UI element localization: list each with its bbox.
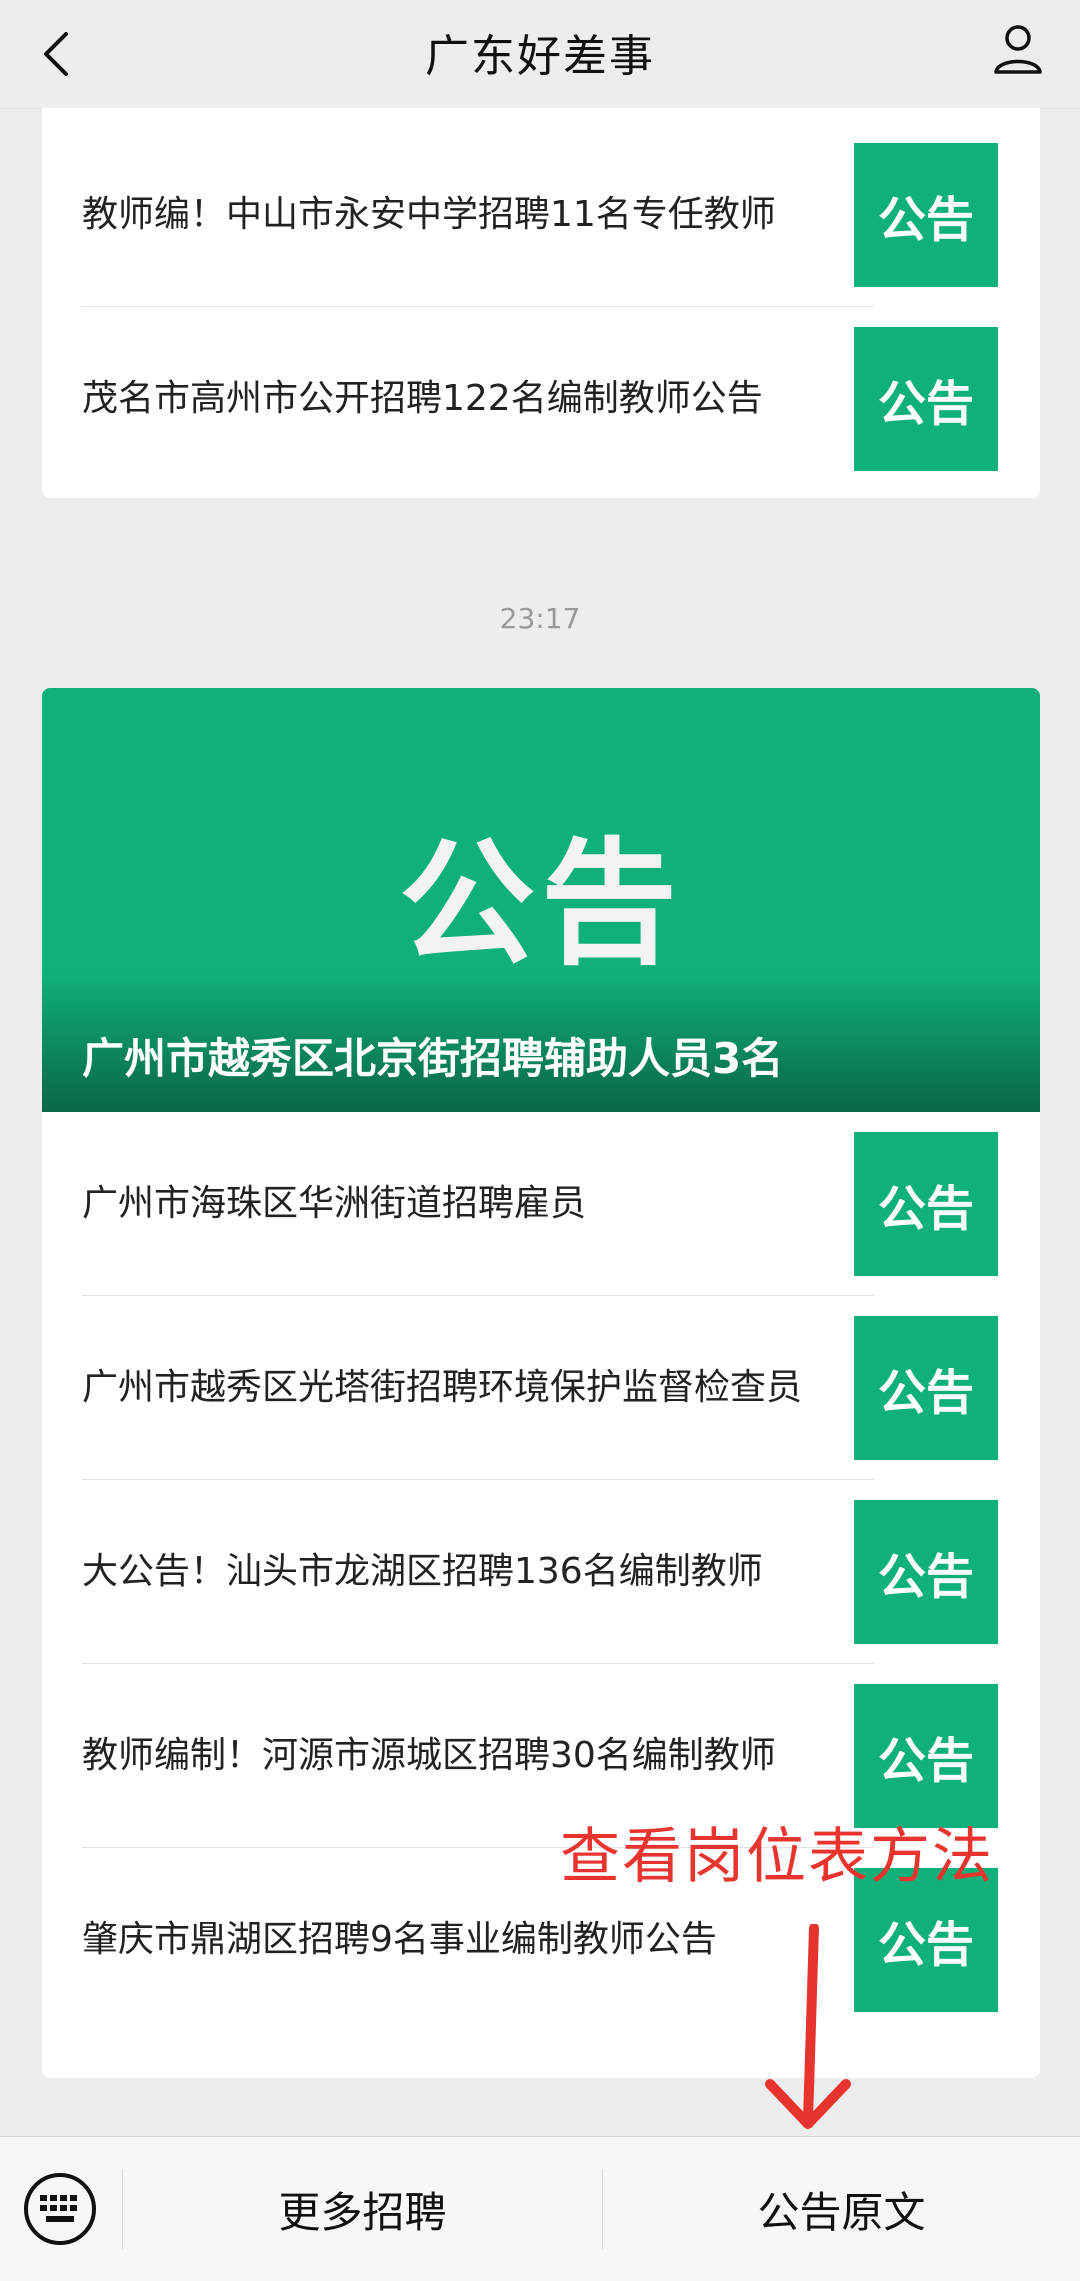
article-thumbnail[interactable]: 公告 xyxy=(854,1132,998,1276)
page-title: 广东好差事 xyxy=(425,31,655,82)
article-thumbnail[interactable]: 公告 xyxy=(854,143,998,287)
article-title[interactable]: 教师编制！河源市源城区招聘30名编制教师 xyxy=(82,1732,852,1780)
list-item[interactable]: 广州市越秀区光塔街招聘环境保护监督检查员 公告 xyxy=(42,1296,1040,1480)
message-timestamp: 23:17 xyxy=(499,602,581,635)
bottom-menu-bar: 更多招聘 公告原文 xyxy=(0,2136,1080,2281)
list-item[interactable]: 茂名市高州市公开招聘122名编制教师公告 公告 xyxy=(42,307,1040,491)
annotation-text: 查看岗位表方法 xyxy=(560,1822,994,1892)
arrow-down-icon xyxy=(765,1924,851,2129)
article-title[interactable]: 教师编！中山市永安中学招聘11名专任教师 xyxy=(82,191,852,239)
article-title[interactable]: 大公告！汕头市龙湖区招聘136名编制教师 xyxy=(82,1548,852,1596)
article-thumbnail[interactable]: 公告 xyxy=(854,327,998,471)
original-notice-button[interactable]: 公告原文 xyxy=(603,2137,1080,2281)
article-thumbnail[interactable]: 公告 xyxy=(854,1500,998,1644)
hero-image-text: 公告 xyxy=(399,824,683,984)
hero-article[interactable]: 公告 广州市越秀区北京街招聘辅助人员3名 xyxy=(42,688,1040,1112)
profile-icon[interactable] xyxy=(988,18,1048,78)
article-title[interactable]: 广州市越秀区光塔街招聘环境保护监督检查员 xyxy=(82,1364,852,1412)
article-title[interactable]: 广州市海珠区华洲街道招聘雇员 xyxy=(82,1180,852,1228)
list-item[interactable]: 教师编！中山市永安中学招聘11名专任教师 公告 xyxy=(42,123,1040,307)
top-bar: 广东好差事 xyxy=(0,0,1080,109)
keyboard-icon[interactable] xyxy=(22,2171,98,2247)
article-thumbnail[interactable]: 公告 xyxy=(854,1684,998,1828)
list-item[interactable]: 广州市海珠区华洲街道招聘雇员 公告 xyxy=(42,1112,1040,1296)
article-card: 教师编！中山市永安中学招聘11名专任教师 公告 茂名市高州市公开招聘122名编制… xyxy=(42,108,1040,498)
article-thumbnail[interactable]: 公告 xyxy=(854,1316,998,1460)
article-title[interactable]: 肇庆市鼎湖区招聘9名事业编制教师公告 xyxy=(82,1916,852,1964)
list-item[interactable]: 大公告！汕头市龙湖区招聘136名编制教师 公告 xyxy=(42,1480,1040,1664)
hero-caption[interactable]: 广州市越秀区北京街招聘辅助人员3名 xyxy=(82,1025,783,1086)
article-title[interactable]: 茂名市高州市公开招聘122名编制教师公告 xyxy=(82,375,852,423)
more-jobs-button[interactable]: 更多招聘 xyxy=(123,2137,602,2281)
